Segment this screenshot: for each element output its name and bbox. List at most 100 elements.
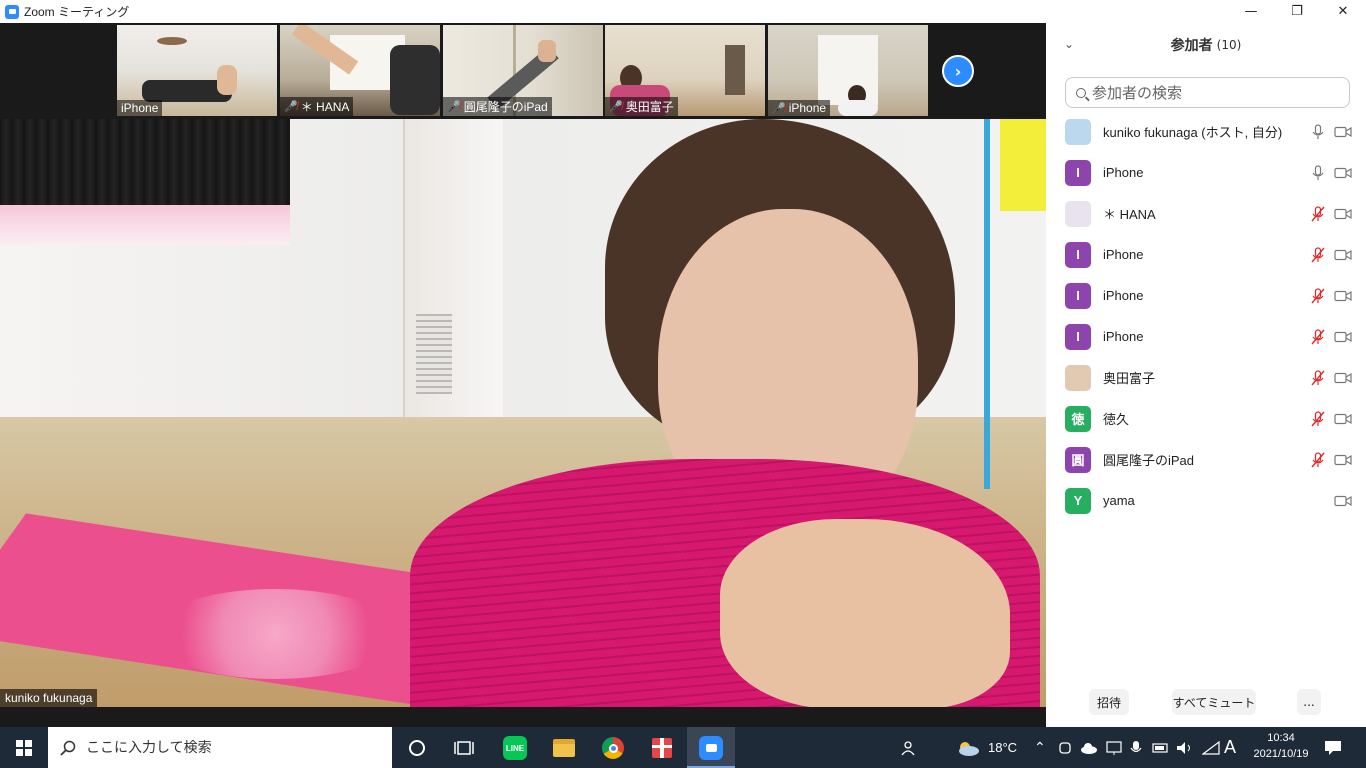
participant-row[interactable]: IiPhone [1046,234,1366,275]
mic-muted-icon: 🎤̸ [447,101,461,113]
taskbar-clock[interactable]: 10:34 2021/10/19 [1246,731,1316,762]
line-app-icon[interactable]: LINE [502,735,528,761]
participant-thumbnail[interactable]: 🎤̸ 圓尾隆子のiPad [443,25,603,116]
participants-panel: ⌄ 参加者 (10) kuniko fukunaga (ホスト, 自分) IiPh… [1046,23,1366,727]
avatar [1065,118,1091,145]
gift-app-icon[interactable] [649,735,675,761]
close-button[interactable]: ✕ [1320,0,1366,23]
participant-thumbnail[interactable]: 🎤̸ 奥田富子 [605,25,765,116]
participant-row[interactable]: IiPhone [1046,316,1366,357]
participant-thumbnail[interactable]: iPhone [117,25,277,116]
participant-thumbnail[interactable]: 🎤̸ iPhone [768,25,928,116]
participant-row[interactable]: 圓圓尾隆子のiPad [1046,439,1366,480]
video-off-icon[interactable] [1334,372,1352,384]
cortana-icon[interactable] [404,735,430,761]
participant-search[interactable] [1065,77,1350,108]
mic-muted-icon[interactable] [1311,451,1325,468]
onedrive-icon[interactable] [1080,727,1098,768]
mic-muted-icon: 🎤̸ [609,101,623,113]
weather-widget[interactable]: 18°C [956,727,1017,768]
camera-tray-icon[interactable] [1058,727,1072,768]
mic-muted-icon[interactable] [1311,287,1325,304]
avatar [1065,364,1091,391]
file-explorer-icon[interactable] [551,735,577,761]
video-off-icon[interactable] [1334,495,1352,507]
zoom-app-icon [5,4,19,19]
restore-button[interactable]: ❐ [1274,0,1320,23]
minimize-button[interactable]: — [1228,0,1274,23]
search-icon [1076,87,1086,98]
thumbnail-name: 🎤̸ 奥田富子 [605,97,678,116]
panel-footer: 招待 すべてミュート ... [1046,685,1366,721]
clock-date: 2021/10/19 [1253,748,1309,760]
participant-search-input[interactable] [1092,83,1332,102]
participant-row[interactable]: Yyama [1046,480,1366,521]
taskbar-search-input[interactable] [86,739,376,756]
microphone-icon[interactable] [1311,123,1325,140]
taskbar-search[interactable] [48,727,392,768]
video-off-icon[interactable] [1334,167,1352,179]
participant-row[interactable]: IiPhone [1046,275,1366,316]
panel-header: ⌄ 参加者 (10) [1046,23,1366,67]
participant-row[interactable]: kuniko fukunaga (ホスト, 自分) [1046,111,1366,152]
start-button[interactable] [0,727,48,768]
people-icon[interactable] [900,727,918,768]
next-page-button[interactable]: › [942,55,974,87]
volume-icon[interactable] [1176,727,1194,768]
search-icon [60,740,76,756]
avatar: I [1065,282,1091,309]
network-icon[interactable] [1106,727,1122,768]
windows-taskbar: LINE 18°C ⌃ A 10:34 2021/10/19 [0,727,1366,768]
window-titlebar: Zoom ミーティング — ❐ ✕ [0,0,1366,23]
weather-temperature: 18°C [988,740,1018,755]
gallery-strip: iPhone 🎤̸ ＊ HANA 🎤̸ 圓尾隆子のiPad 🎤̸ 奥田富子 🎤̸ iPh… [0,23,1046,119]
participant-thumbnail[interactable]: 🎤̸ ＊ HANA [280,25,440,116]
mute-all-button[interactable]: すべてミュート [1172,689,1256,715]
chrome-icon[interactable] [600,735,626,761]
video-bottom-bar [0,707,1046,727]
task-view-icon[interactable] [451,735,477,761]
show-hidden-icons-chevron-icon[interactable]: ⌃ [1034,727,1046,768]
microphone-icon[interactable] [1311,164,1325,181]
video-off-icon[interactable] [1334,290,1352,302]
wifi-icon[interactable] [1202,727,1220,768]
windows-logo-icon [16,739,32,756]
video-off-icon[interactable] [1334,126,1352,138]
participant-row[interactable]: ＊ HANA [1046,193,1366,234]
avatar: 圓 [1065,446,1091,473]
avatar: I [1065,323,1091,350]
participant-name: 圓尾隆子のiPad [1103,453,1195,468]
video-off-icon[interactable] [1334,331,1352,343]
more-options-button[interactable]: ... [1297,689,1321,715]
zoom-taskbar-icon[interactable] [698,735,724,761]
mic-muted-icon[interactable] [1311,410,1325,427]
video-off-icon[interactable] [1334,413,1352,425]
mic-muted-icon[interactable] [1311,246,1325,263]
speaker-name-label: kuniko fukunaga [0,689,98,707]
video-off-icon[interactable] [1334,249,1352,261]
participant-row[interactable]: 奥田富子 [1046,357,1366,398]
participant-name: 徳久 [1103,412,1130,427]
chevron-down-icon[interactable]: ⌄ [1064,37,1074,51]
microphone-tray-icon[interactable] [1130,727,1142,768]
invite-button[interactable]: 招待 [1089,689,1129,715]
participant-name: 奥田富子 [1103,371,1156,386]
participant-row[interactable]: IiPhone [1046,152,1366,193]
participant-name: ＊ HANA [1103,207,1156,222]
notification-icon[interactable] [1324,727,1342,768]
panel-title: 参加者 [1170,38,1213,54]
mic-muted-icon[interactable] [1311,328,1325,345]
mic-muted-icon[interactable] [1311,369,1325,386]
window-controls: — ❐ ✕ [1228,0,1366,23]
ime-indicator[interactable]: A [1224,727,1236,768]
clock-time: 10:34 [1267,732,1295,744]
mic-muted-icon[interactable] [1311,205,1325,222]
video-off-icon[interactable] [1334,208,1352,220]
participant-name: iPhone [1103,329,1144,344]
participant-row[interactable]: 徳徳久 [1046,398,1366,439]
mic-muted-icon: 🎤̸ [284,101,298,113]
thumbnail-name: 🎤̸ 圓尾隆子のiPad [443,97,552,116]
video-off-icon[interactable] [1334,454,1352,466]
battery-icon[interactable] [1152,727,1170,768]
participant-name: iPhone [1103,288,1144,303]
